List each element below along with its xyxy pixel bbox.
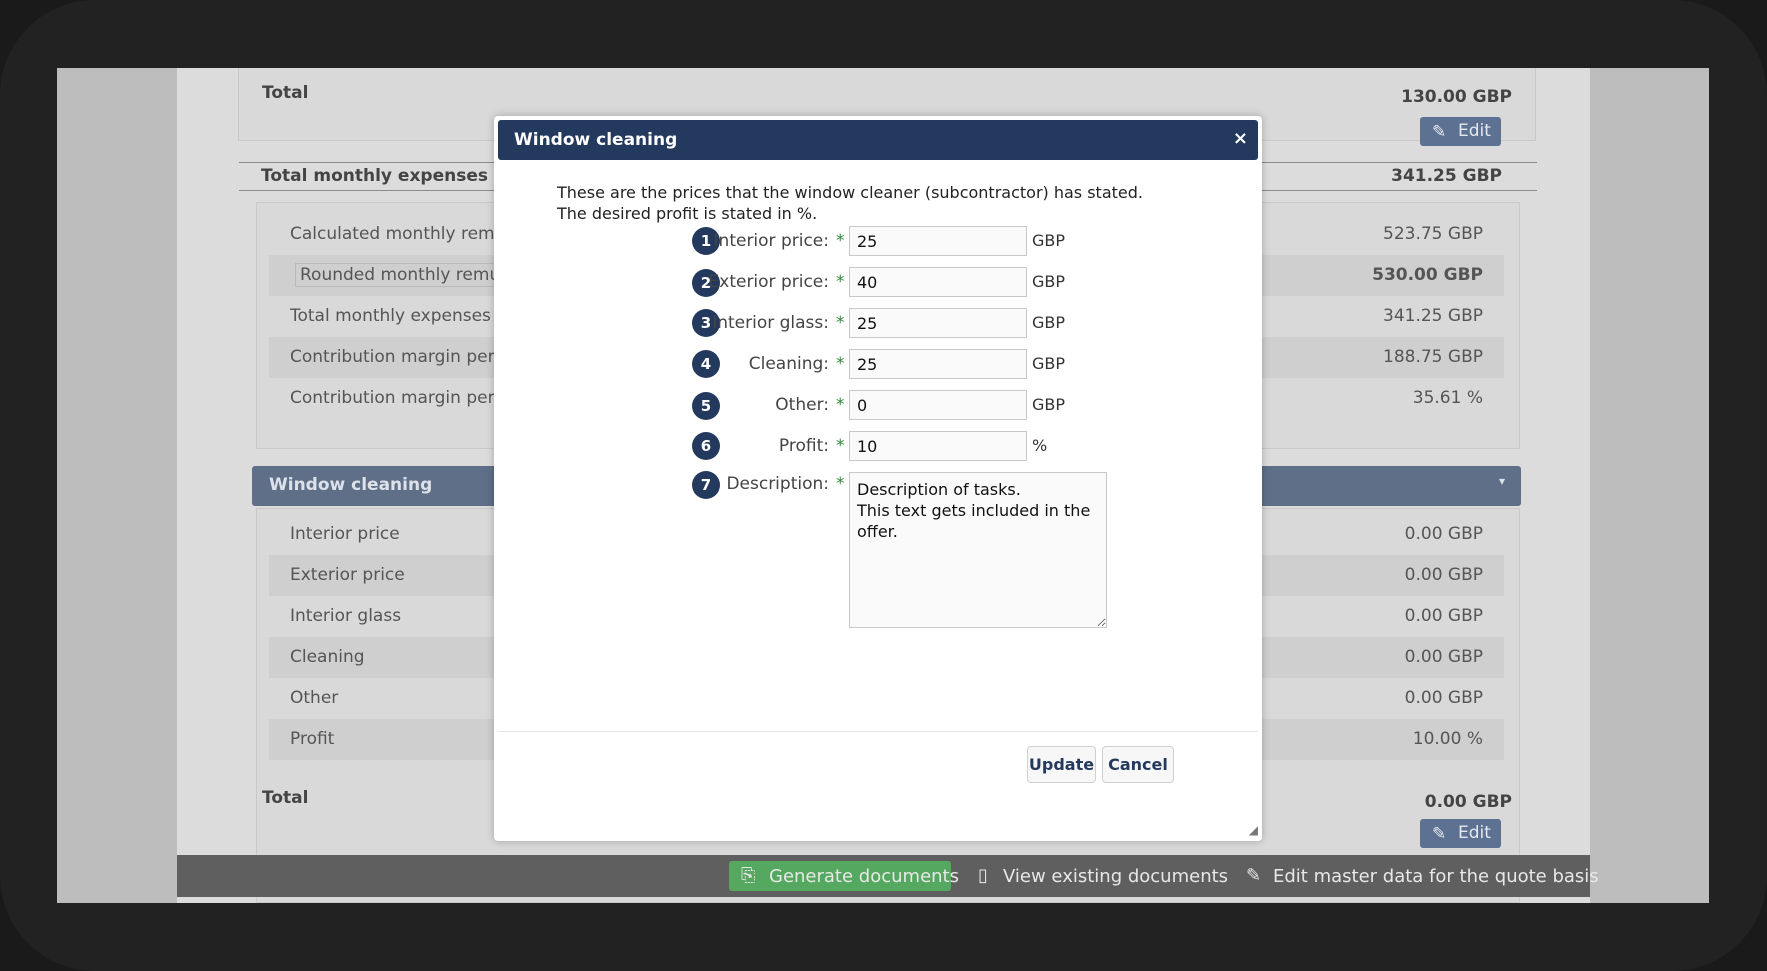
update-button[interactable]: Update [1027, 746, 1096, 783]
unit-label: GBP [1032, 231, 1066, 250]
profit-input[interactable] [849, 431, 1027, 461]
section-row-value: 10.00 % [1412, 729, 1483, 749]
section-row-label: Profit [290, 729, 335, 749]
field-label: Description: [726, 474, 829, 494]
interior-glass-input[interactable] [849, 308, 1027, 338]
required-mark: * [836, 272, 845, 292]
section-title: Window cleaning [269, 475, 433, 495]
step-number-badge: 7 [692, 471, 720, 499]
field-label: Profit: [778, 436, 829, 456]
section-row-label: Interior price [290, 524, 400, 544]
window-cleaning-dialog: Window cleaning × These are the prices t… [494, 116, 1262, 841]
summary-row-value: 35.61 % [1412, 388, 1483, 408]
field-label: Interior glass: [712, 313, 829, 333]
step-number-badge: 5 [692, 392, 720, 420]
summary-row-label: Rounded monthly remune [295, 263, 527, 287]
bottom-total-value: 0.00 GBP [1424, 792, 1512, 812]
field-label: Other: [775, 395, 829, 415]
field-row-profit: 6 Profit: * % [494, 431, 1262, 461]
chevron-down-icon: ▾ [1498, 474, 1505, 488]
summary-row-value: 530.00 GBP [1372, 265, 1483, 285]
dialog-title: Window cleaning [514, 130, 678, 150]
bottom-toolbar: ⎘ Generate documents ▯ View existing doc… [177, 855, 1599, 897]
summary-row-label: Total monthly expenses [290, 306, 491, 326]
required-mark: * [836, 395, 845, 415]
top-edit-button[interactable]: ✎ Edit [1420, 117, 1501, 146]
section-row-label: Cleaning [290, 647, 365, 667]
view-existing-documents-label: View existing documents [1003, 866, 1229, 887]
unit-label: GBP [1032, 354, 1066, 373]
section-row-label: Interior glass [290, 606, 402, 626]
device-frame: Total 130.00 GBP ✎ Edit Total monthly ex… [0, 0, 1767, 971]
resize-handle-icon[interactable]: ◢ [1249, 823, 1258, 837]
unit-label: GBP [1032, 395, 1066, 414]
screen: Total 130.00 GBP ✎ Edit Total monthly ex… [57, 68, 1709, 903]
generate-documents-button[interactable]: ⎘ Generate documents [729, 861, 959, 891]
field-row-exterior-price: 2 Exterior price: * GBP [494, 267, 1262, 297]
section-row-label: Other [290, 688, 339, 708]
section-row-value: 0.00 GBP [1404, 688, 1483, 708]
edit-label: Edit [1458, 121, 1491, 141]
pencil-icon: ✎ [1246, 865, 1262, 886]
dialog-footer-divider [498, 731, 1258, 732]
unit-label: GBP [1032, 272, 1066, 291]
document-export-icon: ⎘ [741, 865, 756, 886]
required-mark: * [836, 474, 845, 494]
field-label: Interior price: [713, 231, 829, 251]
summary-row-label: Contribution margin per m [290, 347, 517, 367]
interior-price-input[interactable] [849, 226, 1027, 256]
pencil-icon: ✎ [1432, 122, 1447, 142]
required-mark: * [836, 354, 845, 374]
description-textarea[interactable]: Description of tasks. This text gets inc… [849, 472, 1107, 628]
required-mark: * [836, 436, 845, 456]
step-number-badge: 6 [692, 432, 720, 460]
summary-row-label: Contribution margin per m [290, 388, 517, 408]
bottom-total-label: Total [262, 788, 309, 808]
section-row-value: 0.00 GBP [1404, 524, 1483, 544]
cancel-button[interactable]: Cancel [1102, 746, 1174, 783]
summary-row-value: 188.75 GBP [1383, 347, 1483, 367]
field-label: Cleaning: [748, 354, 829, 374]
summary-row-value: 523.75 GBP [1383, 224, 1483, 244]
field-row-other: 5 Other: * GBP [494, 390, 1262, 420]
bottom-edit-button[interactable]: ✎ Edit [1420, 819, 1501, 848]
other-input[interactable] [849, 390, 1027, 420]
required-mark: * [836, 231, 845, 251]
step-number-badge: 4 [692, 350, 720, 378]
dialog-header: Window cleaning × [498, 120, 1258, 160]
dialog-intro-text: These are the prices that the window cle… [557, 183, 1143, 223]
exterior-price-input[interactable] [849, 267, 1027, 297]
field-row-description: 7 Description: * Description of tasks. T… [494, 471, 1262, 632]
total-monthly-expenses-label: Total monthly expenses [261, 166, 488, 186]
field-row-interior-glass: 3 Interior glass: * GBP [494, 308, 1262, 338]
top-total-value: 130.00 GBP [1401, 87, 1512, 107]
edit-master-data-label: Edit master data for the quote basis [1273, 866, 1599, 887]
unit-label: GBP [1032, 313, 1066, 332]
cleaning-input[interactable] [849, 349, 1027, 379]
field-row-interior-price: 1 Interior price: * GBP [494, 226, 1262, 256]
edit-label: Edit [1458, 823, 1491, 843]
document-icon: ▯ [978, 865, 988, 886]
summary-row-label: Calculated monthly remune [290, 224, 527, 244]
close-icon[interactable]: × [1233, 128, 1248, 149]
field-label: Exterior price: [708, 272, 829, 292]
section-row-value: 0.00 GBP [1404, 606, 1483, 626]
summary-row-value: 341.25 GBP [1383, 306, 1483, 326]
section-row-value: 0.00 GBP [1404, 647, 1483, 667]
top-total-label: Total [262, 83, 309, 103]
generate-documents-label: Generate documents [769, 866, 959, 887]
section-row-label: Exterior price [290, 565, 405, 585]
pencil-icon: ✎ [1432, 824, 1447, 844]
total-monthly-expenses-value: 341.25 GBP [1391, 166, 1502, 186]
required-mark: * [836, 313, 845, 333]
unit-label: % [1032, 436, 1048, 455]
field-row-cleaning: 4 Cleaning: * GBP [494, 349, 1262, 379]
section-row-value: 0.00 GBP [1404, 565, 1483, 585]
